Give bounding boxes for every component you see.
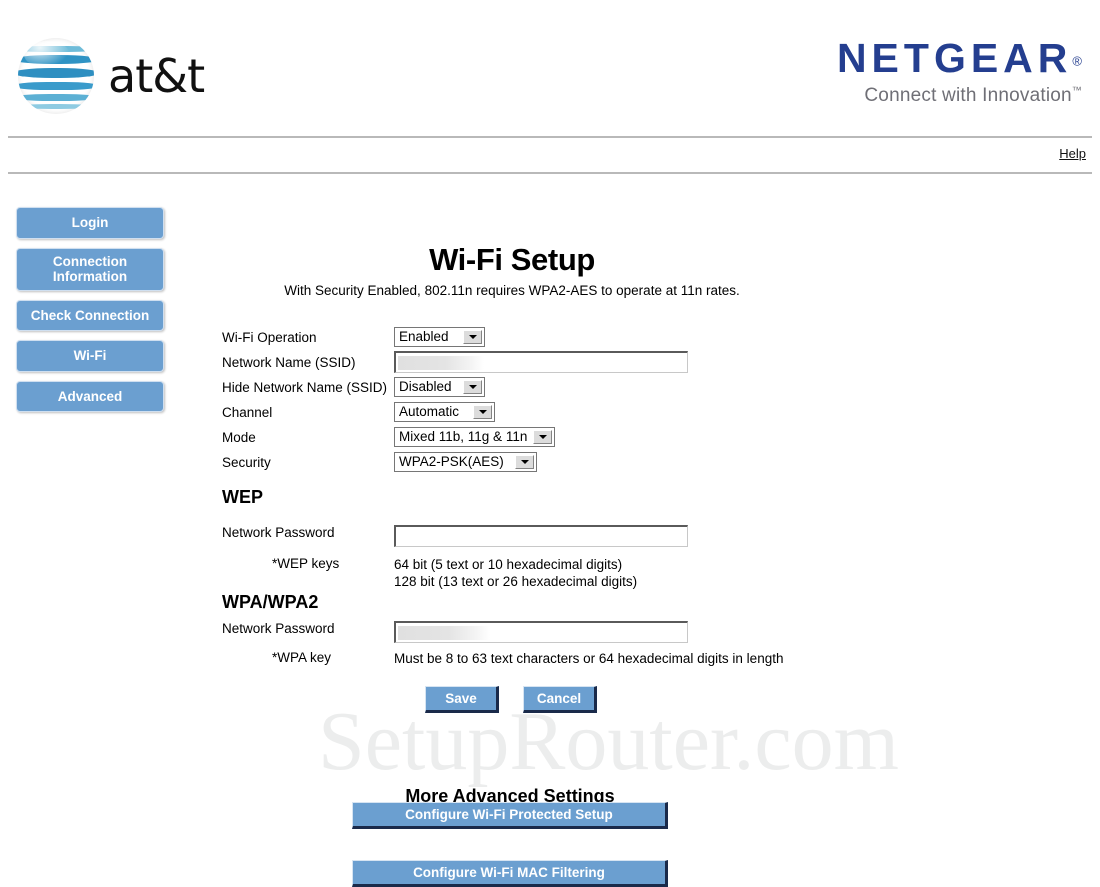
label-security: Security: [222, 454, 271, 470]
label-network-name: Network Name (SSID): [222, 354, 356, 370]
wpa-key-help: Must be 8 to 63 text characters or 64 he…: [394, 651, 784, 666]
wep-keys-help: 64 bit (5 text or 10 hexadecimal digits)…: [394, 556, 637, 590]
label-channel: Channel: [222, 404, 273, 420]
cancel-button[interactable]: Cancel: [523, 686, 597, 713]
mode-value: Mixed 11b, 11g & 11n: [399, 429, 528, 444]
redacted-value-block: [398, 356, 484, 370]
mode-select[interactable]: Mixed 11b, 11g & 11n: [394, 427, 556, 447]
label-wifi-operation: Wi-Fi Operation: [222, 329, 317, 345]
security-select[interactable]: WPA2-PSK(AES): [394, 452, 537, 472]
channel-select[interactable]: Automatic: [394, 402, 495, 422]
main-content: Wi-Fi Setup With Security Enabled, 802.1…: [0, 0, 1100, 887]
label-hide-network-name: Hide Network Name (SSID): [222, 379, 388, 395]
wifi-operation-value: Enabled: [399, 329, 449, 344]
row-wpa-password: Network Password: [222, 621, 688, 643]
security-value: WPA2-PSK(AES): [399, 454, 504, 469]
chevron-down-icon[interactable]: [515, 455, 534, 469]
hide-network-name-select[interactable]: Disabled: [394, 377, 485, 397]
page-subtitle: With Security Enabled, 802.11n requires …: [284, 283, 740, 298]
configure-mac-filtering-button[interactable]: Configure Wi-Fi MAC Filtering: [352, 860, 668, 887]
chevron-down-icon[interactable]: [463, 330, 482, 344]
form-actions: Save Cancel: [425, 686, 597, 713]
wep-section-heading: WEP: [222, 487, 264, 507]
wep-keys-line2: 128 bit (13 text or 26 hexadecimal digit…: [394, 574, 638, 589]
row-mode: Mode Mixed 11b, 11g & 11n: [222, 426, 862, 448]
row-wifi-operation: Wi-Fi Operation Enabled: [222, 326, 862, 348]
row-wpa-key: *WPA key Must be 8 to 63 text characters…: [222, 650, 783, 667]
label-mode: Mode: [222, 429, 256, 445]
page-title: Wi-Fi Setup: [429, 242, 595, 277]
configure-wps-button[interactable]: Configure Wi-Fi Protected Setup: [352, 802, 668, 829]
wpa-section-heading: WPA/WPA2: [222, 592, 319, 612]
row-security: Security WPA2-PSK(AES): [222, 451, 862, 473]
label-wep-keys: *WEP keys: [272, 556, 340, 571]
label-wpa-password: Network Password: [222, 621, 335, 636]
wep-password-input[interactable]: [394, 525, 688, 547]
wep-keys-line1: 64 bit (5 text or 10 hexadecimal digits): [394, 557, 623, 572]
network-name-input[interactable]: [394, 351, 688, 373]
row-wep-keys: *WEP keys 64 bit (5 text or 10 hexadecim…: [222, 556, 637, 590]
chevron-down-icon[interactable]: [473, 405, 492, 419]
save-button[interactable]: Save: [425, 686, 499, 713]
label-wpa-key: *WPA key: [272, 650, 332, 665]
wifi-operation-select[interactable]: Enabled: [394, 327, 485, 347]
row-hide-network-name: Hide Network Name (SSID) Disabled: [222, 376, 862, 398]
label-wep-password: Network Password: [222, 525, 335, 540]
chevron-down-icon[interactable]: [533, 430, 553, 444]
row-wep-password: Network Password: [222, 525, 688, 547]
row-channel: Channel Automatic: [222, 401, 862, 423]
channel-value: Automatic: [399, 404, 460, 419]
chevron-down-icon[interactable]: [463, 380, 482, 394]
wpa-password-input[interactable]: [394, 621, 688, 643]
row-network-name: Network Name (SSID): [222, 351, 862, 373]
redacted-value-block: [398, 626, 490, 640]
wifi-settings-form: Wi-Fi Operation Enabled Network Name (SS…: [222, 326, 862, 476]
hide-network-name-value: Disabled: [399, 379, 452, 394]
